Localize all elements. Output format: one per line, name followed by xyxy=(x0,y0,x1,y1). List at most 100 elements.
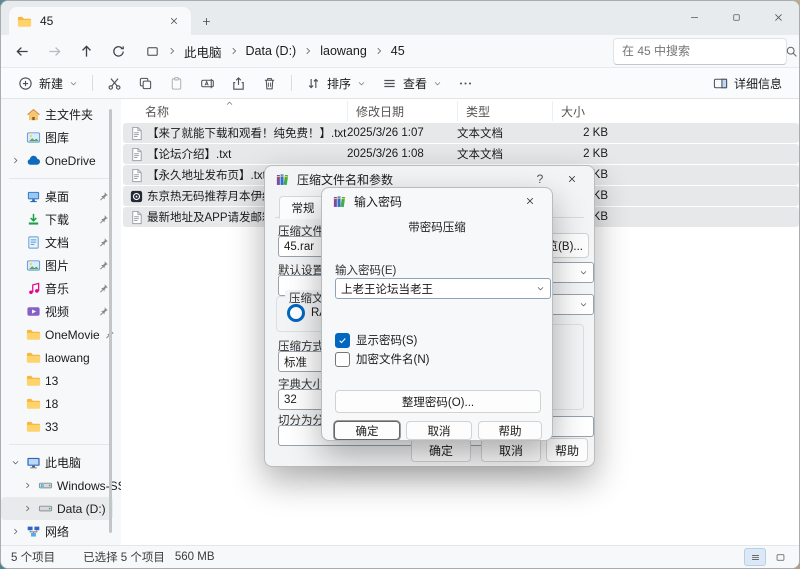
dialog-title: 压缩文件名和参数 xyxy=(297,171,393,188)
pictures-icon xyxy=(26,258,41,273)
sort-button[interactable]: 排序 xyxy=(299,70,373,96)
navigation-pane: 主文件夹 图库 OneDrive 桌面 下载 xyxy=(1,99,121,545)
tab-general[interactable]: 常规 xyxy=(279,196,327,219)
help-button[interactable]: ? xyxy=(529,172,551,186)
chevron-right-icon xyxy=(229,46,239,56)
new-label: 新建 xyxy=(39,75,63,92)
column-header-size[interactable]: 大小 xyxy=(552,101,614,121)
sidebar-item-33[interactable]: 33 xyxy=(1,415,121,438)
ok-button[interactable]: 确定 xyxy=(334,421,400,440)
file-row[interactable]: 【来了就能下载和观看！纯免费！】.txt 2025/3/26 1:07 文本文档… xyxy=(123,123,799,143)
sidebar-item-documents[interactable]: 文档 xyxy=(1,231,121,254)
help-button[interactable]: 帮助 xyxy=(546,438,588,462)
file-type: 文本文档 xyxy=(457,146,552,162)
password-combo[interactable] xyxy=(335,278,551,299)
chevron-right-icon[interactable] xyxy=(21,479,34,492)
ok-button[interactable]: 确定 xyxy=(411,438,471,462)
search-input[interactable] xyxy=(614,44,785,58)
sidebar-item-network[interactable]: 网络 xyxy=(1,520,121,543)
sidebar-item-downloads[interactable]: 下载 xyxy=(1,208,121,231)
breadcrumb-item[interactable]: laowang xyxy=(320,44,367,58)
sidebar-item-13[interactable]: 13 xyxy=(1,369,121,392)
paste-button[interactable] xyxy=(162,70,191,96)
show-password-checkbox[interactable]: 显示密码(S) xyxy=(335,332,417,348)
breadcrumb: 此电脑 Data (D:) laowang 45 xyxy=(135,37,611,65)
sidebar-item-videos[interactable]: 视频 xyxy=(1,300,121,323)
sidebar-item-gallery[interactable]: 图库 xyxy=(1,126,121,149)
back-button[interactable] xyxy=(7,37,37,65)
icons-view-toggle[interactable] xyxy=(769,548,791,566)
breadcrumb-item[interactable]: Data (D:) xyxy=(246,44,297,58)
delete-button[interactable] xyxy=(255,70,284,96)
sidebar-item-laowang[interactable]: laowang xyxy=(1,346,121,369)
file-row[interactable]: 【论坛介绍】.txt 2025/3/26 1:08 文本文档 2 KB xyxy=(123,144,799,164)
cancel-button[interactable]: 取消 xyxy=(481,438,541,462)
home-icon xyxy=(26,107,41,122)
sidebar-item-windows-ssd[interactable]: Windows-SSD xyxy=(1,474,121,497)
minimize-button[interactable] xyxy=(673,1,715,33)
sidebar-item-label: 视频 xyxy=(45,303,69,320)
new-tab-button[interactable] xyxy=(191,7,221,35)
close-icon[interactable] xyxy=(560,169,584,189)
new-button[interactable]: 新建 xyxy=(11,70,85,96)
cut-button[interactable] xyxy=(100,70,129,96)
divider xyxy=(1,438,121,451)
copy-button[interactable] xyxy=(131,70,160,96)
sidebar-item-data-d[interactable]: Data (D:) xyxy=(1,497,113,520)
share-button[interactable] xyxy=(224,70,253,96)
close-button[interactable] xyxy=(757,1,799,33)
details-pane-button[interactable]: 详细信息 xyxy=(706,70,789,96)
sidebar-item-desktop[interactable]: 桌面 xyxy=(1,185,121,208)
file-date: 2025/3/26 1:08 xyxy=(347,148,457,160)
text-file-icon xyxy=(129,126,144,141)
column-header-type[interactable]: 类型 xyxy=(457,101,552,121)
chevron-right-icon[interactable] xyxy=(9,154,22,167)
sidebar-item-label: 下载 xyxy=(45,211,69,228)
column-header-date[interactable]: 修改日期 xyxy=(347,101,457,121)
search-box[interactable] xyxy=(613,38,787,65)
column-header-name[interactable]: 名称 xyxy=(123,101,347,121)
refresh-button[interactable] xyxy=(103,37,133,65)
file-type: 文本文档 xyxy=(457,125,552,141)
maximize-button[interactable] xyxy=(715,1,757,33)
chevron-right-icon xyxy=(374,46,384,56)
winrar-icon xyxy=(275,172,290,187)
item-count: 5 个项目 xyxy=(11,549,55,565)
sidebar-item-label: 文档 xyxy=(45,234,69,251)
forward-button[interactable] xyxy=(39,37,69,65)
window-controls xyxy=(673,1,799,35)
breadcrumb-item[interactable]: 45 xyxy=(391,44,405,58)
sidebar-item-home[interactable]: 主文件夹 xyxy=(1,103,121,126)
close-icon[interactable] xyxy=(518,191,542,211)
rename-button[interactable] xyxy=(193,70,222,96)
encrypt-filenames-checkbox[interactable]: 加密文件名(N) xyxy=(335,351,429,367)
password-input[interactable] xyxy=(341,283,536,295)
sidebar-item-label: 音乐 xyxy=(45,280,69,297)
sidebar-item-onemovie[interactable]: OneMovie xyxy=(1,323,121,346)
cancel-button[interactable]: 取消 xyxy=(406,421,472,440)
chevron-down-icon[interactable] xyxy=(9,456,22,469)
more-options-button[interactable] xyxy=(451,70,480,96)
chevron-right-icon[interactable] xyxy=(9,525,22,538)
details-view-toggle[interactable] xyxy=(744,548,766,566)
text-file-icon xyxy=(129,168,144,183)
status-bar: 5 个项目 已选择 5 个项目 560 MB xyxy=(1,545,799,568)
sidebar-item-18[interactable]: 18 xyxy=(1,392,121,415)
sidebar-item-this-pc[interactable]: 此电脑 xyxy=(1,451,121,474)
file-date: 2025/3/26 1:07 xyxy=(347,127,457,139)
organize-passwords-button[interactable]: 整理密码(O)... xyxy=(335,390,541,413)
chevron-right-icon[interactable] xyxy=(21,502,34,515)
view-button[interactable]: 查看 xyxy=(375,70,449,96)
explorer-tab[interactable]: 45 xyxy=(9,7,191,35)
help-button[interactable]: 帮助 xyxy=(478,421,542,440)
up-button[interactable] xyxy=(71,37,101,65)
breadcrumb-item[interactable]: 此电脑 xyxy=(184,42,222,61)
pin-icon xyxy=(98,214,109,225)
file-size: 2 KB xyxy=(552,127,614,139)
sidebar-item-music[interactable]: 音乐 xyxy=(1,277,121,300)
tab-close-icon[interactable] xyxy=(165,12,183,30)
sidebar-item-onedrive[interactable]: OneDrive xyxy=(1,149,121,172)
text-file-icon xyxy=(129,147,144,162)
folder-icon xyxy=(17,14,32,29)
sidebar-item-pictures[interactable]: 图片 xyxy=(1,254,121,277)
